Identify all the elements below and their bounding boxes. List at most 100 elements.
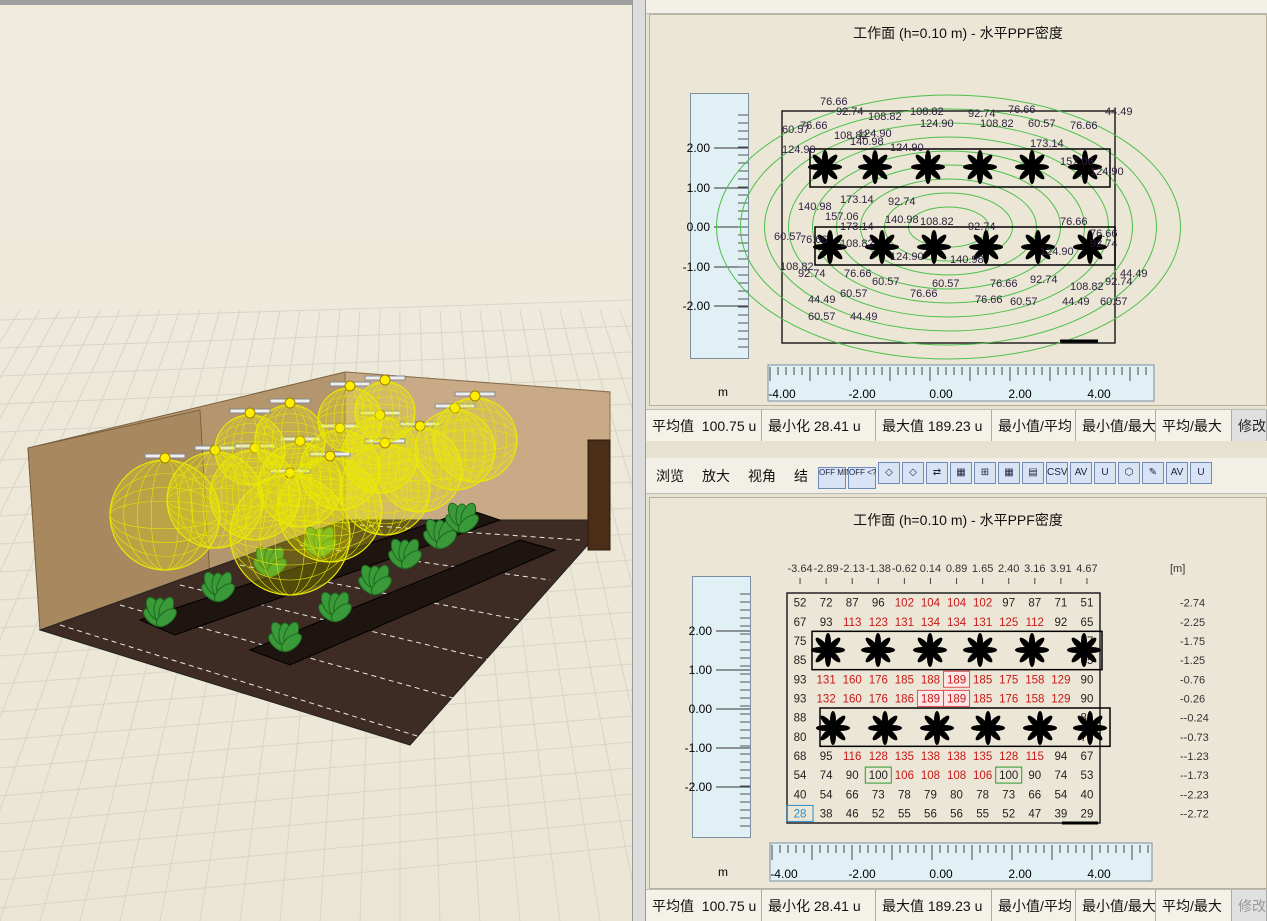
min-label: 最小化 [768, 417, 810, 434]
y-tick-label: 2.00 [689, 624, 713, 638]
panel-splitter[interactable] [632, 0, 646, 921]
contour-value-label: 108.82 [868, 111, 902, 123]
top-toolbar-remnant [646, 0, 1267, 14]
grid-toolbar: 浏览 放大 视角 结 OFF MINOFF <? ◇ ◇ ⇄ ▦ ⊞ ▦ ▤ CSV AV U ⬡ ✎ A… [646, 458, 1267, 494]
contour-value-label: 92.74 [836, 106, 864, 118]
y-coord-label: --0.24 [1180, 713, 1209, 725]
contour-value-label: 173.14 [840, 221, 874, 233]
grid-value: 66 [846, 789, 859, 801]
grid-value: 134 [947, 617, 967, 629]
grid-value: 40 [1081, 789, 1094, 801]
menu-browse[interactable]: 浏览 [656, 466, 684, 486]
grid-value: 52 [872, 808, 885, 820]
luminaire-symbol [816, 711, 850, 745]
grid-value: 55 [976, 808, 989, 820]
contour-value-label: 140.98 [850, 136, 884, 148]
contour-value-label: 92.74 [1090, 238, 1118, 250]
grid-value: 95 [820, 751, 833, 763]
grid-value: 125 [999, 617, 1018, 629]
toolbar-tool-icon[interactable]: ▦ [998, 462, 1020, 484]
x-tick-label: 4.00 [1087, 867, 1111, 881]
x-coord-label: 0.14 [920, 563, 941, 575]
contour-value-label: 76.66 [1070, 120, 1098, 132]
contour-value-label: 173.14 [1030, 138, 1064, 150]
toolbar-tool-icon[interactable]: U [1190, 462, 1212, 484]
grid-value: 134 [921, 617, 941, 629]
grid-value: 38 [820, 808, 833, 820]
edit-button-2[interactable]: 修改 [1232, 890, 1267, 921]
grid-value: 176 [869, 693, 888, 705]
grid-value: 92 [1054, 617, 1067, 629]
contour-value-label: 44.49 [808, 294, 836, 306]
grid-value: 87 [1028, 598, 1041, 610]
grid-value: 104 [947, 598, 967, 610]
toolbar-tool-icon[interactable]: ⊞ [974, 462, 996, 484]
toolbar-tool-icon[interactable]: ◇ [878, 462, 900, 484]
grid-value: 138 [921, 751, 940, 763]
3d-viewport[interactable] [0, 0, 632, 921]
x-coord-label: 4.67 [1076, 563, 1097, 575]
min-unit-2: u [852, 897, 861, 914]
toolbar-tool-icon[interactable]: OFF <? [848, 467, 876, 489]
menu-view[interactable]: 视角 [748, 466, 776, 486]
x-tick-label: -2.00 [848, 867, 876, 881]
grid-value: 28 [794, 808, 807, 820]
toolbar-tool-icon[interactable]: ⬡ [1118, 462, 1140, 484]
contour-value-label: 60.57 [1010, 296, 1038, 308]
toolbar-tool-icon[interactable]: OFF MIN [818, 467, 852, 489]
ratio-min-avg-2: 最小值/平均 [992, 890, 1076, 921]
contour-value-label: 108.82 [910, 106, 944, 118]
grid-value: 90 [1081, 674, 1094, 686]
grid-value: 66 [1028, 789, 1041, 801]
luminaire-symbol [1067, 633, 1101, 667]
grid-value: 40 [794, 789, 807, 801]
grid-value: 158 [1025, 693, 1044, 705]
grid-value: 52 [794, 598, 807, 610]
grid-value: 102 [895, 598, 914, 610]
toolbar-tool-icon[interactable]: AV [1070, 462, 1092, 484]
toolbar-tool-icon[interactable]: U [1094, 462, 1116, 484]
luminaire-symbol [963, 150, 997, 184]
grid-value: 106 [973, 770, 992, 782]
contour-value-label: 44.49 [1105, 106, 1133, 118]
toolbar-tool-icon[interactable]: ▤ [1022, 462, 1044, 484]
grid-value: 176 [999, 693, 1018, 705]
grid-value: 100 [999, 770, 1018, 782]
toolbar-tool-icon[interactable]: ⇄ [926, 462, 948, 484]
door [587, 439, 611, 551]
toolbar-tool-icon[interactable]: AV [1166, 462, 1188, 484]
axis-unit: m [718, 385, 728, 399]
min-unit: u [852, 417, 861, 434]
grid-value: 67 [1081, 751, 1094, 763]
grid-value: 116 [843, 751, 861, 763]
toolbar-tool-icon[interactable]: CSV [1046, 462, 1068, 484]
edit-button[interactable]: 修改 [1232, 410, 1267, 441]
floor-grid-line [0, 793, 632, 853]
ratio-avg-max-2: 平均/最大 [1156, 890, 1232, 921]
menu-zoom[interactable]: 放大 [702, 466, 730, 486]
toolbar-tool-icon[interactable]: ✎ [1142, 462, 1164, 484]
contour-value-label: 44.49 [850, 311, 878, 323]
grid-value: 131 [895, 617, 914, 629]
x-tick-label: 0.00 [929, 387, 953, 401]
fixture-row-2 [819, 707, 1111, 748]
x-coord-label: 1.65 [972, 563, 993, 575]
grid-value: 189 [921, 693, 940, 705]
toolbar-tool-icon[interactable]: ▦ [950, 462, 972, 484]
contour-value-label: 44.49 [1120, 268, 1148, 280]
contour-value-label: 140.98 [885, 214, 919, 226]
y-coord-label: --1.23 [1180, 751, 1209, 763]
grid-value: 80 [950, 789, 963, 801]
contour-value-label: 60.57 [774, 231, 802, 243]
menu-more[interactable]: 结 [794, 466, 808, 486]
grid-value: 53 [1081, 770, 1094, 782]
grid-value: 108 [947, 770, 966, 782]
fixture-row-1 [811, 630, 1103, 671]
y-coord-label: -2.74 [1180, 598, 1205, 610]
min-cell-2: 最小化 28.41 u [762, 890, 876, 921]
x-tick-label: -4.00 [770, 867, 798, 881]
grid-value: 189 [947, 693, 966, 705]
toolbar-tool-icon[interactable]: ◇ [902, 462, 924, 484]
x-coord-label: -1.38 [866, 563, 891, 575]
x-coord-label: 3.16 [1024, 563, 1045, 575]
